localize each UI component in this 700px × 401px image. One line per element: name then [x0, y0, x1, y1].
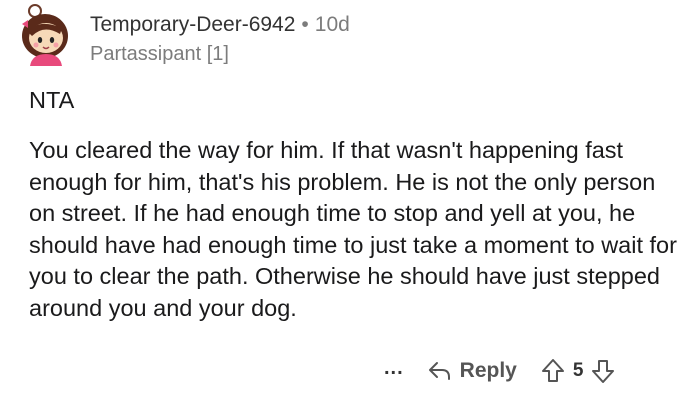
comment-actions: ... Reply 5: [384, 355, 615, 387]
vote-controls: 5: [541, 358, 616, 384]
reply-arrow-icon: [428, 360, 452, 382]
comment-card: Temporary-Deer-6942 • 10d Partassipant […: [0, 0, 700, 401]
author-row: Temporary-Deer-6942 • 10d: [90, 14, 350, 35]
comment-age[interactable]: 10d: [315, 14, 350, 35]
reply-button[interactable]: Reply: [428, 359, 517, 383]
comment-header: Temporary-Deer-6942 • 10d Partassipant […: [90, 14, 350, 64]
author-username[interactable]: Temporary-Deer-6942: [90, 14, 295, 35]
upvote-arrow-icon[interactable]: [541, 358, 565, 384]
downvote-arrow-icon[interactable]: [591, 358, 615, 384]
reply-label: Reply: [459, 359, 517, 382]
comment-verdict: NTA: [29, 87, 75, 113]
more-options-button[interactable]: ...: [384, 358, 404, 378]
user-flair: Partassipant [1]: [90, 43, 229, 65]
vote-score: 5: [572, 360, 584, 381]
meta-separator: •: [301, 13, 309, 36]
comment-body: You cleared the way for him. If that was…: [29, 137, 677, 321]
avatar[interactable]: [14, 2, 78, 66]
avatar-icon: [22, 4, 68, 66]
